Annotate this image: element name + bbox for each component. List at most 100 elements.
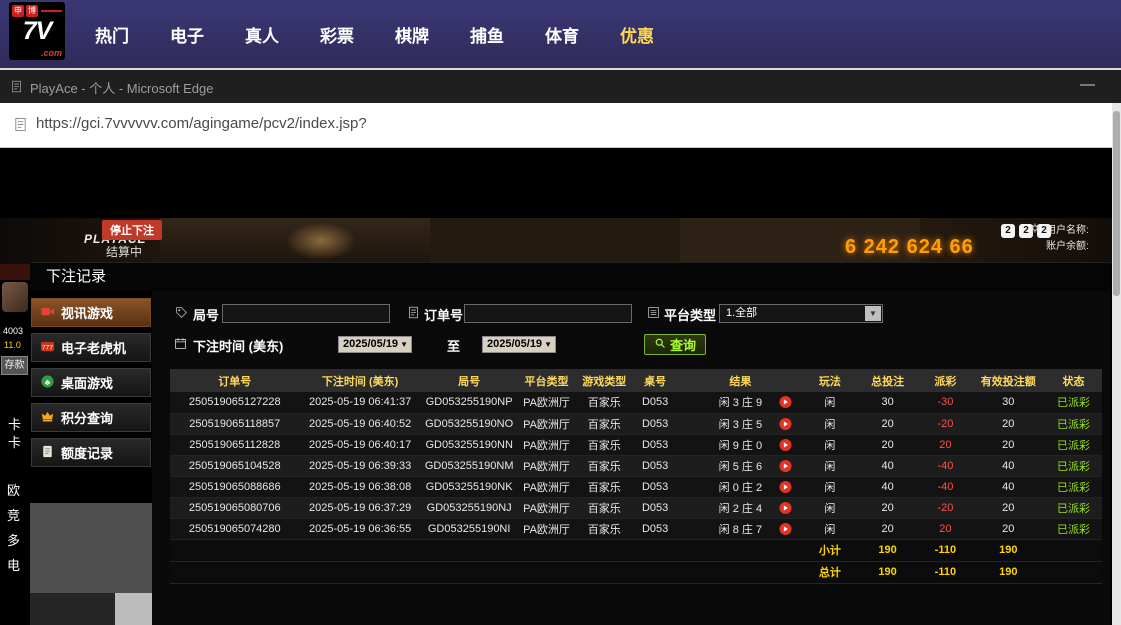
col-header: 有效投注额 (971, 369, 1045, 392)
sidebar-item-quota-records[interactable]: 额度记录 (31, 438, 151, 467)
total-bet: 190 (856, 561, 919, 583)
cell-payout: -40 (919, 455, 971, 476)
nav-item-live[interactable]: 真人 (245, 22, 279, 47)
address-bar[interactable] (0, 103, 1121, 148)
nav-item-fishing[interactable]: 捕鱼 (470, 22, 504, 47)
avatar[interactable] (2, 282, 28, 312)
nav-item-sports[interactable]: 体育 (545, 22, 579, 47)
lobby-tab-fragment[interactable]: 电 (7, 555, 20, 574)
replay-icon[interactable] (779, 522, 792, 535)
lobby-tab-fragment[interactable]: 卡 (8, 432, 21, 451)
table-row: 250519065127228 2025-05-19 06:41:37 GD05… (170, 392, 1102, 413)
col-header: 总投注 (856, 369, 919, 392)
replay-icon[interactable] (779, 438, 792, 451)
club-suit-icon: ♣ (40, 374, 55, 392)
sidebar-item-slot-machines[interactable]: 777 电子老虎机 (31, 333, 151, 362)
modal-content: 局号 订单号 平台类型 1.全部 ▼ 下注 (152, 291, 1110, 625)
cell-order: 250519065088686 (170, 476, 300, 497)
cell-platform: PA欧洲厅 (518, 413, 576, 434)
cell-table: D053 (633, 392, 677, 413)
chevron-down-icon: ▼ (400, 337, 408, 352)
replay-icon[interactable] (779, 459, 792, 472)
col-header: 平台类型 (518, 369, 576, 392)
sidebar-item-video-games[interactable]: 视讯游戏 (31, 298, 151, 327)
replay-icon[interactable] (779, 501, 792, 514)
cell-payout: 20 (919, 518, 971, 539)
cell-bet: 20 (856, 518, 919, 539)
nav-item-promo[interactable]: 优惠 (620, 22, 654, 47)
cell-play: 闲 (804, 518, 856, 539)
cell-valid: 20 (971, 497, 1045, 518)
cell-play: 闲 (804, 497, 856, 518)
lobby-tab-fragment[interactable]: 卡 (8, 414, 21, 433)
cell-valid: 20 (971, 413, 1045, 434)
chevron-down-icon[interactable]: ▼ (865, 306, 881, 321)
result-text: 闲 8 庄 7 (719, 524, 762, 536)
cell-platform: PA欧洲厅 (518, 476, 576, 497)
lobby-tab-fragment[interactable]: 多 (7, 530, 20, 549)
cell-game-type: 百家乐 (575, 497, 633, 518)
col-header: 局号 (421, 369, 518, 392)
replay-icon[interactable] (779, 480, 792, 493)
platform-type-select[interactable]: 1.全部 ▼ (719, 304, 883, 323)
col-header: 游戏类型 (575, 369, 633, 392)
logo-suffix: .com (41, 48, 62, 58)
cell-valid: 40 (971, 455, 1045, 476)
table-row: 250519065080706 2025-05-19 06:37:29 GD05… (170, 497, 1102, 518)
sidebar-item-points-query[interactable]: 积分查询 (31, 403, 151, 432)
logo-text: 7V (9, 17, 65, 46)
logo-badge-right: 博 (26, 5, 38, 17)
order-number-input[interactable] (464, 304, 632, 323)
col-header: 下注时间 (美东) (300, 369, 421, 392)
cell-table: D053 (633, 413, 677, 434)
account-balance-label: 账户余额: (1046, 237, 1089, 252)
empty-cell (1045, 539, 1102, 561)
cell-time: 2025-05-19 06:41:37 (300, 392, 421, 413)
nav-item-lottery[interactable]: 彩票 (320, 22, 354, 47)
cell-time: 2025-05-19 06:40:52 (300, 413, 421, 434)
col-header: 派彩 (919, 369, 971, 392)
cell-platform: PA欧洲厅 (518, 434, 576, 455)
site-info-icon[interactable] (13, 117, 28, 137)
svg-text:777: 777 (42, 344, 53, 351)
platform-type-value: 1.全部 (726, 307, 757, 319)
cell-bet: 20 (856, 434, 919, 455)
result-text: 闲 9 庄 0 (719, 440, 762, 452)
nav-item-hot[interactable]: 热门 (95, 22, 129, 47)
scrollbar-thumb[interactable] (1113, 111, 1120, 296)
site-logo[interactable]: 申 博 7V .com (9, 2, 65, 60)
date-to-picker[interactable]: 2025/05/19 ▼ (482, 336, 556, 353)
cell-platform: PA欧洲厅 (518, 392, 576, 413)
gear-icon[interactable] (1029, 221, 1041, 239)
site-navbar: 申 博 7V .com 热门 电子 真人 彩票 棋牌 捕鱼 体育 优惠 (0, 0, 1121, 68)
subtotal-bet: 190 (856, 539, 919, 561)
lobby-tab-fragment[interactable]: 竞 (7, 505, 20, 524)
result-text: 闲 3 庄 9 (719, 397, 762, 409)
cell-order: 250519065118857 (170, 413, 300, 434)
sidebar-background (30, 503, 152, 625)
sidebar-item-table-games[interactable]: ♣ 桌面游戏 (31, 368, 151, 397)
modal-body: 视讯游戏 777 电子老虎机 ♣ 桌面游戏 (30, 291, 1110, 625)
replay-icon[interactable] (779, 417, 792, 430)
cell-platform: PA欧洲厅 (518, 518, 576, 539)
query-button[interactable]: 查询 (644, 334, 706, 355)
date-from-picker[interactable]: 2025/05/19 ▼ (338, 336, 412, 353)
deposit-button[interactable]: 存款 (1, 356, 28, 375)
nav-item-cards[interactable]: 棋牌 (395, 22, 429, 47)
lobby-tab-fragment[interactable]: 欧 (7, 480, 20, 499)
url-input[interactable] (36, 115, 1036, 132)
cell-table: D053 (633, 518, 677, 539)
cell-game: GD053255190NN (421, 434, 518, 455)
browser-scrollbar[interactable] (1112, 103, 1121, 625)
total-payout: -110 (919, 561, 971, 583)
subtotal-label: 小计 (804, 539, 856, 561)
minimize-button[interactable]: — (1080, 76, 1095, 93)
stop-betting-button[interactable]: 停止下注 (102, 220, 162, 240)
order-icon (407, 306, 420, 324)
table-row: 250519065074280 2025-05-19 06:36:55 GD05… (170, 518, 1102, 539)
game-number-input[interactable] (222, 304, 390, 323)
cell-status: 已派彩 (1045, 518, 1102, 539)
replay-icon[interactable] (779, 396, 792, 409)
nav-item-slots[interactable]: 电子 (170, 22, 204, 47)
cell-valid: 20 (971, 518, 1045, 539)
